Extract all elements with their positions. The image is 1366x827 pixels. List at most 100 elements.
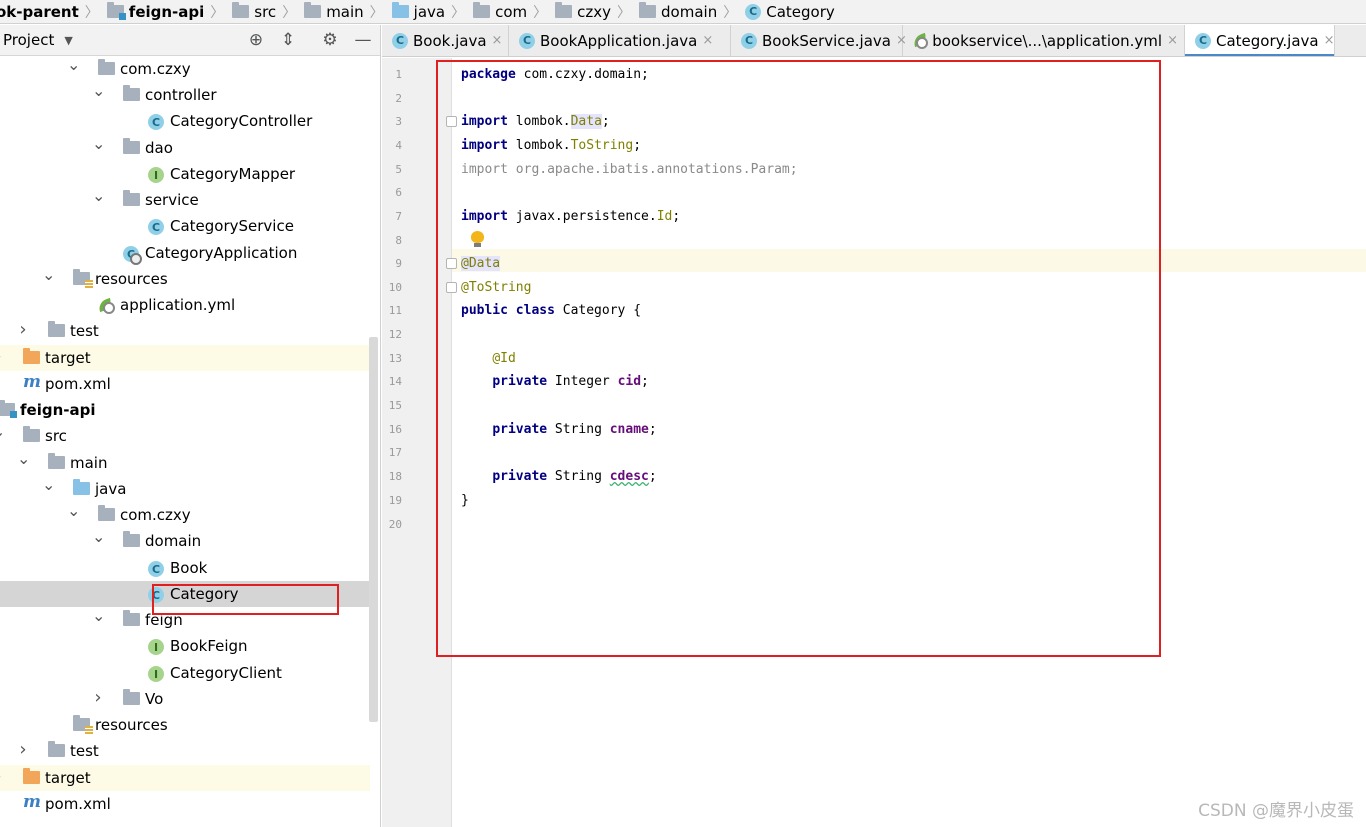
- breadcrumb-separator-icon: 〉: [369, 4, 384, 21]
- tree-item[interactable]: I BookFeign: [0, 633, 370, 659]
- tree-item[interactable]: C CategoryService: [0, 213, 370, 239]
- breadcrumb-item[interactable]: java 〉: [384, 0, 465, 23]
- breadcrumb-item[interactable]: domain 〉: [631, 0, 738, 23]
- line-number: 5: [395, 163, 402, 176]
- tree-item[interactable]: ⌄ resources: [0, 265, 370, 292]
- chevron-down-icon[interactable]: ⌄: [92, 606, 105, 625]
- package-icon: [473, 2, 491, 18]
- folder-icon: [232, 2, 250, 18]
- chevron-down-icon[interactable]: ⌄: [42, 475, 55, 494]
- breadcrumb-separator-icon: 〉: [617, 4, 632, 21]
- chevron-down-icon[interactable]: ⌄: [42, 265, 55, 284]
- class-icon: C: [148, 219, 164, 235]
- watermark: CSDN @魔界小皮蛋: [1198, 801, 1354, 821]
- tree-item[interactable]: ⌄ main: [0, 449, 370, 476]
- class-icon: C: [519, 32, 535, 49]
- chevron-down-icon[interactable]: ⌄: [92, 186, 105, 205]
- chevron-right-icon[interactable]: ›: [17, 319, 29, 340]
- tree-item[interactable]: ⌄ com.czxy: [0, 501, 370, 528]
- chevron-down-icon[interactable]: ⌄: [0, 422, 5, 441]
- tab-5[interactable]: C Category.java ×: [1185, 25, 1335, 56]
- tree-item[interactable]: application.yml: [0, 292, 370, 318]
- chevron-right-icon[interactable]: ›: [17, 739, 29, 760]
- chevron-down-icon[interactable]: ⌄: [92, 527, 105, 546]
- class-icon: C: [392, 32, 408, 49]
- gear-icon[interactable]: ⚙: [321, 31, 339, 49]
- line-number: 9: [395, 257, 402, 270]
- tree-item[interactable]: ⌄ domain: [0, 527, 370, 554]
- tree-item[interactable]: I CategoryClient: [0, 660, 370, 686]
- tab-3[interactable]: C BookService.java ×: [731, 25, 907, 56]
- breadcrumb-item[interactable]: czxy 〉: [547, 0, 632, 23]
- chevron-down-icon[interactable]: ⌄: [17, 449, 30, 468]
- tree-item[interactable]: › Vo: [0, 686, 370, 712]
- chevron-down-icon[interactable]: ▼: [64, 34, 72, 47]
- line-number: 15: [388, 399, 402, 412]
- package-icon: [555, 2, 573, 18]
- collapse-icon[interactable]: ⇕: [279, 31, 297, 49]
- chevron-down-icon[interactable]: ⌄: [67, 55, 80, 74]
- interface-icon: I: [148, 167, 164, 183]
- breadcrumb-label: ok-parent: [0, 2, 79, 21]
- breadcrumb: ok-parent 〉 feign-api 〉 src 〉 main 〉 java 〉 com 〉 cz…: [0, 0, 1366, 24]
- tab-2[interactable]: C BookApplication.java ×: [509, 25, 731, 56]
- chevron-right-icon[interactable]: ›: [92, 687, 104, 708]
- breadcrumb-item[interactable]: src 〉: [224, 0, 296, 23]
- tree-item-label: resources: [95, 270, 168, 288]
- breadcrumb-item[interactable]: main 〉: [296, 0, 384, 23]
- package-icon: [123, 610, 140, 626]
- tab-4[interactable]: bookservice\...\application.yml ×: [903, 25, 1185, 56]
- tree-item[interactable]: I CategoryMapper: [0, 161, 370, 187]
- close-icon[interactable]: ×: [702, 33, 713, 48]
- tree-item[interactable]: resources: [0, 712, 370, 738]
- tree-item[interactable]: ⌄ com.czxy: [0, 55, 370, 82]
- project-view-selector[interactable]: Project: [3, 31, 54, 49]
- tree-item-label: src: [45, 427, 67, 445]
- tree-scrollbar[interactable]: [369, 337, 378, 722]
- tree-item[interactable]: ⌄ src: [0, 422, 370, 449]
- tree-item[interactable]: › target: [0, 345, 370, 371]
- breadcrumb-item[interactable]: feign-api 〉: [99, 0, 225, 23]
- tree-item[interactable]: ⌄ controller: [0, 81, 370, 108]
- yml-file-icon: [98, 298, 115, 314]
- chevron-down-icon[interactable]: ⌄: [92, 134, 105, 153]
- line-number: 13: [388, 352, 402, 365]
- minimize-icon[interactable]: —: [354, 31, 372, 49]
- folder-icon: [48, 321, 65, 337]
- tree-item[interactable]: ⌄ dao: [0, 134, 370, 161]
- folder-icon: [23, 426, 40, 442]
- breadcrumb-item[interactable]: C Category: [737, 0, 835, 23]
- breadcrumb-item[interactable]: ok-parent 〉: [0, 0, 99, 23]
- tree-item[interactable]: ⌄ service: [0, 186, 370, 213]
- line-number: 12: [388, 328, 402, 341]
- breadcrumb-label: czxy: [577, 2, 612, 21]
- code-editor[interactable]: 1 2 3 4 5 6 7 8 9 10 11 12 13 14 15 16 17 18 19 20 package …: [382, 58, 1366, 827]
- tree-item[interactable]: C CategoryController: [0, 108, 370, 134]
- breadcrumb-separator-icon: 〉: [210, 4, 225, 21]
- tree-item[interactable]: m pom.xml: [0, 371, 370, 397]
- tree-item-label: CategoryClient: [170, 664, 282, 682]
- tree-item[interactable]: › test: [0, 318, 370, 344]
- tree-item[interactable]: ⌄ java: [0, 475, 370, 502]
- locate-icon[interactable]: ⊕: [247, 31, 265, 49]
- tree-item[interactable]: › target: [0, 765, 370, 791]
- tab-1[interactable]: C Book.java ×: [382, 25, 509, 56]
- close-icon[interactable]: ×: [1324, 33, 1335, 48]
- chevron-down-icon[interactable]: ⌄: [92, 81, 105, 100]
- breadcrumb-separator-icon: 〉: [723, 4, 738, 21]
- close-icon[interactable]: ×: [1167, 33, 1178, 48]
- line-number: 10: [388, 281, 402, 294]
- tree-item[interactable]: m pom.xml: [0, 791, 370, 817]
- tree-item[interactable]: C CategoryApplication: [0, 240, 370, 266]
- tree-item[interactable]: › test: [0, 738, 370, 764]
- tree-item[interactable]: ⌄feign-api: [0, 397, 370, 423]
- chevron-right-icon[interactable]: ›: [0, 766, 4, 787]
- line-number: 19: [388, 494, 402, 507]
- tree-item[interactable]: C Book: [0, 555, 370, 581]
- class-icon: C: [148, 561, 164, 577]
- chevron-down-icon[interactable]: ⌄: [67, 501, 80, 520]
- tab-label: Category.java: [1216, 31, 1319, 50]
- breadcrumb-item[interactable]: com 〉: [465, 0, 547, 23]
- close-icon[interactable]: ×: [492, 33, 503, 48]
- chevron-right-icon[interactable]: ›: [0, 346, 4, 367]
